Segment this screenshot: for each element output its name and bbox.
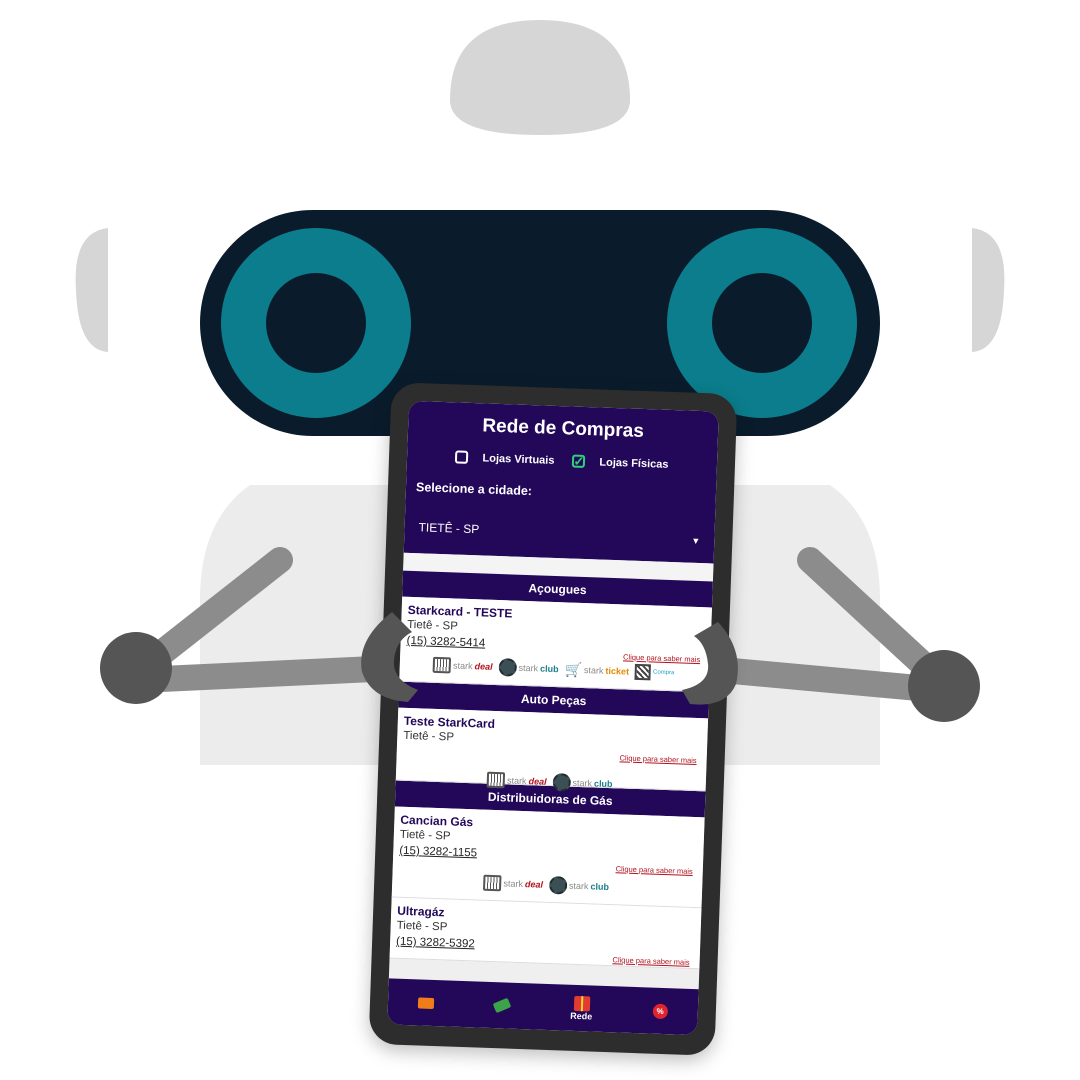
city-dropdown-value: TIETÊ - SP xyxy=(418,520,480,537)
app-header: Rede de Compras Lojas Virtuais ✓ Lojas F… xyxy=(403,400,719,564)
wallet-icon xyxy=(417,996,435,1009)
robot-left-forearm xyxy=(127,655,408,693)
more-info-link[interactable]: Clique para saber mais xyxy=(616,864,693,876)
robot-right-shoulder xyxy=(908,650,980,722)
starkticket-badge: 🛒 stark ticket xyxy=(564,660,630,678)
starkclub-badge: stark club xyxy=(552,773,613,793)
app-title: Rede de Compras xyxy=(482,415,645,442)
calendar-icon xyxy=(486,771,506,789)
qr-code-icon xyxy=(634,663,652,681)
store-phone-link[interactable]: (15) 3282-5392 xyxy=(396,936,475,951)
gear-icon xyxy=(552,773,571,792)
cart-icon: 🛒 xyxy=(564,660,583,678)
bottom-navigation: Rede % xyxy=(387,978,699,1036)
more-info-link[interactable]: Clique para saber mais xyxy=(619,753,696,765)
checkbox-physical-stores[interactable]: ✓ xyxy=(572,454,586,469)
qr-badge: Compra xyxy=(634,663,675,681)
nav-discounts[interactable]: % xyxy=(652,1003,668,1019)
app-screen: Rede de Compras Lojas Virtuais ✓ Lojas F… xyxy=(387,400,719,1036)
store-type-filters: Lojas Virtuais ✓ Lojas Físicas xyxy=(417,449,707,472)
starkdeal-badge: stark deal xyxy=(486,771,547,790)
cash-icon xyxy=(492,997,512,1014)
starkclub-badge: stark club xyxy=(548,875,610,896)
store-item[interactable]: Starkcard - TESTE Tietê - SP (15) 3282-5… xyxy=(399,596,712,693)
checkbox-virtual-stores[interactable] xyxy=(455,450,469,464)
robot-antenna xyxy=(450,20,630,135)
dropdown-arrow-icon: ▼ xyxy=(691,535,701,547)
nav-wallet[interactable] xyxy=(417,996,435,1009)
nav-rede-label: Rede xyxy=(570,1010,593,1022)
robot-illustration: Rede de Compras Lojas Virtuais ✓ Lojas F… xyxy=(0,0,1080,1080)
store-badges: stark deal stark club xyxy=(398,871,694,899)
store-item[interactable]: Cancian Gás Tietê - SP (15) 3282-1155 Cl… xyxy=(391,806,705,909)
robot-right-pupil xyxy=(712,273,812,373)
percent-icon: % xyxy=(652,1003,668,1019)
nav-rede[interactable]: Rede xyxy=(570,995,593,1021)
filter-virtual-label: Lojas Virtuais xyxy=(482,451,555,467)
calendar-icon xyxy=(432,656,452,674)
phone-device: Rede de Compras Lojas Virtuais ✓ Lojas F… xyxy=(368,382,738,1056)
city-select-label: Selecione a cidade: xyxy=(415,480,533,499)
city-dropdown[interactable]: TIETÊ - SP ▼ xyxy=(414,506,705,547)
store-item[interactable]: Teste StarkCard Tietê - SP Clique para s… xyxy=(395,707,709,793)
more-info-link[interactable]: Clique para saber mais xyxy=(612,955,689,967)
starkdeal-badge: stark deal xyxy=(432,656,493,675)
robot-left-pupil xyxy=(266,273,366,373)
calendar-icon xyxy=(483,874,502,892)
robot-left-ear xyxy=(75,228,108,352)
starkclub-badge: stark club xyxy=(498,658,559,678)
gift-icon xyxy=(573,995,590,1011)
filter-virtual-stores[interactable]: Lojas Virtuais xyxy=(455,450,555,467)
store-phone-link[interactable]: (15) 3282-5414 xyxy=(406,635,485,650)
robot-right-ear xyxy=(972,228,1005,352)
starkdeal-badge: stark deal xyxy=(483,874,543,893)
gear-icon xyxy=(548,875,568,895)
store-phone-link[interactable]: (15) 3282-1155 xyxy=(399,845,477,860)
filter-physical-label: Lojas Físicas xyxy=(599,455,669,471)
store-item[interactable]: Ultragáz Tietê - SP (15) 3282-5392 Cliqu… xyxy=(389,897,702,970)
robot-left-shoulder xyxy=(100,632,172,704)
gear-icon xyxy=(498,658,517,677)
nav-cash[interactable] xyxy=(492,997,512,1014)
filter-physical-stores[interactable]: ✓ Lojas Físicas xyxy=(572,454,669,471)
